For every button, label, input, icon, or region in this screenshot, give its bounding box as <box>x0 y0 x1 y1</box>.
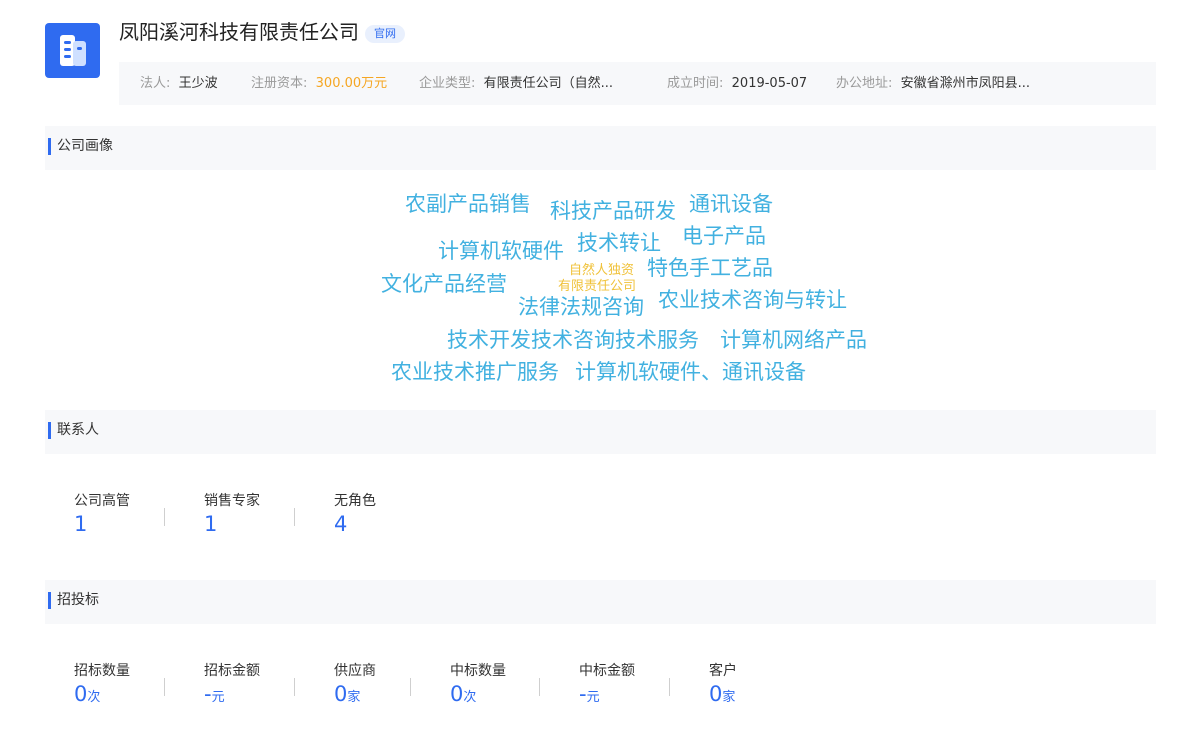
section-accent-bar <box>48 592 51 609</box>
section-title: 联系人 <box>57 422 99 438</box>
stat-divider <box>294 678 295 696</box>
stat-divider <box>410 678 411 696</box>
company-name: 凤阳溪河科技有限责任公司 <box>119 20 359 44</box>
section-accent-bar <box>48 422 51 439</box>
cloud-word: 农副产品销售 <box>405 192 531 216</box>
section-title: 公司画像 <box>57 138 113 154</box>
info-registered-capital: 注册资本: 300.00万元 <box>251 76 388 91</box>
stat-divider <box>539 678 540 696</box>
stat-divider <box>669 678 670 696</box>
stat-win-count[interactable]: 中标数量 0次 <box>450 662 506 708</box>
cloud-word: 计算机软硬件 <box>438 239 564 263</box>
section-title: 招投标 <box>57 592 99 608</box>
cloud-word: 技术转让 <box>577 231 661 255</box>
cloud-word: 通讯设备 <box>689 192 773 216</box>
section-header-contacts: 联系人 <box>45 410 1156 454</box>
cloud-word: 文化产品经营 <box>381 272 507 296</box>
company-info-bar: 法人: 王少波 注册资本: 300.00万元 企业类型: 有限责任公司（自然..… <box>119 62 1156 105</box>
info-company-type: 企业类型: 有限责任公司（自然... <box>419 76 614 91</box>
section-accent-bar <box>48 138 51 155</box>
stat-no-role[interactable]: 无角色 4 <box>334 492 376 538</box>
cloud-word: 法律法规咨询 <box>518 295 644 319</box>
stat-suppliers[interactable]: 供应商 0家 <box>334 662 376 708</box>
stat-divider <box>164 508 165 526</box>
info-legal-person: 法人: 王少波 <box>140 76 218 91</box>
cloud-word: 农业技术咨询与转让 <box>658 288 847 312</box>
cloud-word: 计算机软硬件、通讯设备 <box>575 360 806 384</box>
stat-customers[interactable]: 客户 0家 <box>709 662 737 708</box>
cloud-word: 科技产品研发 <box>550 199 676 223</box>
cloud-word: 技术开发技术咨询技术服务 <box>447 328 699 352</box>
cloud-word: 有限责任公司 <box>558 279 637 294</box>
cloud-word: 自然人独资 <box>569 263 635 278</box>
section-header-bidding: 招投标 <box>45 580 1156 624</box>
stat-tender-count[interactable]: 招标数量 0次 <box>74 662 130 708</box>
section-header-portrait: 公司画像 <box>45 126 1156 170</box>
word-cloud: 农副产品销售 科技产品研发 通讯设备 计算机软硬件 技术转让 电子产品 自然人独… <box>0 170 1200 400</box>
cloud-word: 电子产品 <box>682 224 766 248</box>
stat-executives[interactable]: 公司高管 1 <box>74 492 130 538</box>
info-office-address: 办公地址: 安徽省滁州市凤阳县... <box>836 76 1031 91</box>
info-established-date: 成立时间: 2019-05-07 <box>667 76 808 91</box>
cloud-word: 农业技术推广服务 <box>391 360 559 384</box>
stat-divider <box>294 508 295 526</box>
cloud-word: 计算机网络产品 <box>720 328 867 352</box>
stat-win-amount[interactable]: 中标金额 -元 <box>579 662 635 708</box>
stat-divider <box>164 678 165 696</box>
stat-tender-amount[interactable]: 招标金额 -元 <box>204 662 260 708</box>
building-icon <box>45 23 100 78</box>
stat-sales-experts[interactable]: 销售专家 1 <box>204 492 260 538</box>
official-site-badge[interactable]: 官网 <box>365 25 405 43</box>
cloud-word: 特色手工艺品 <box>647 256 773 280</box>
